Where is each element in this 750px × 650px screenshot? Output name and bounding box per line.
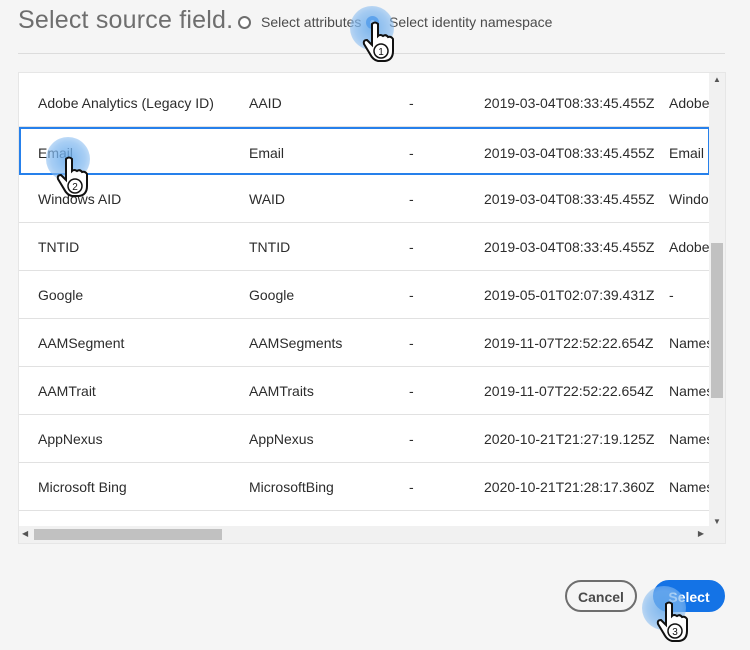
- row-code-cell: AppNexus: [249, 431, 314, 447]
- row-date-cell: 2019-03-04T08:33:45.455Z: [484, 145, 655, 161]
- identity-namespace-table: Adobe Analytics (Legacy ID) AAID - 2019-03-…: [18, 72, 726, 544]
- select-identity-namespace-radio[interactable]: Select identity namespace: [366, 14, 552, 30]
- row-extra-cell: Adobe: [669, 239, 710, 255]
- row-name-cell: AAMSegment: [38, 335, 125, 351]
- row-extra-cell: Names: [669, 335, 710, 351]
- row-extra-cell: Email: [669, 145, 705, 161]
- table-row[interactable]: Adobe Analytics (Legacy ID) AAID - 2019-03-…: [19, 79, 710, 127]
- row-date-cell: 2019-03-04T08:33:45.455Z: [484, 239, 655, 255]
- radio-off-icon: [238, 15, 251, 29]
- row-code-cell: AAID: [249, 95, 282, 111]
- row-extra-cell: -: [669, 287, 674, 303]
- horizontal-scrollbar[interactable]: ◀ ▶: [19, 526, 725, 543]
- row-name-cell: Adobe Analytics (Legacy ID): [38, 95, 214, 111]
- scroll-down-icon[interactable]: ▼: [713, 517, 721, 526]
- cancel-button[interactable]: Cancel: [565, 580, 637, 612]
- select-identity-namespace-label: Select identity namespace: [389, 14, 553, 30]
- row-date-cell: 2020-10-21T21:28:17.360Z: [484, 479, 655, 495]
- radio-on-icon: [366, 15, 379, 29]
- row-name-cell: Email: [38, 145, 74, 161]
- row-empty-cell: -: [409, 383, 414, 399]
- row-empty-cell: -: [409, 239, 414, 255]
- row-code-cell: WAID: [249, 191, 286, 207]
- select-attributes-radio[interactable]: Select attributes: [238, 14, 361, 30]
- vertical-scrollbar[interactable]: ▲ ▼: [709, 73, 725, 528]
- row-name-cell: Microsoft Bing: [38, 479, 127, 495]
- row-date-cell: 2019-11-07T22:52:22.654Z: [484, 335, 654, 351]
- select-button[interactable]: Select: [653, 580, 725, 612]
- table-row[interactable]: Microsoft Bing MicrosoftBing - 2020-10-21T2…: [19, 463, 710, 511]
- row-name-cell: Windows AID: [38, 191, 122, 207]
- row-empty-cell: -: [409, 479, 414, 495]
- dialog-title: Select source field.: [18, 6, 234, 34]
- row-date-cell: 2019-05-01T02:07:39.431Z: [484, 287, 655, 303]
- row-code-cell: AAMTraits: [249, 383, 314, 399]
- row-date-cell: 2019-03-04T08:33:45.455Z: [484, 191, 655, 207]
- row-name-cell: Google: [38, 287, 84, 303]
- row-name-cell: TNTID: [38, 239, 80, 255]
- table-row[interactable]: AAMSegment AAMSegments - 2019-11-07T22:52:2…: [19, 319, 710, 367]
- row-empty-cell: -: [409, 191, 414, 207]
- row-extra-cell: Names: [669, 383, 710, 399]
- header-divider: [18, 53, 725, 54]
- row-extra-cell: Names: [669, 479, 710, 495]
- row-empty-cell: -: [409, 335, 414, 351]
- scroll-left-icon[interactable]: ◀: [22, 529, 28, 538]
- row-date-cell: 2019-03-04T08:33:45.455Z: [484, 95, 655, 111]
- row-empty-cell: -: [409, 287, 414, 303]
- row-name-cell: AAMTrait: [38, 383, 96, 399]
- row-code-cell: AAMSegments: [249, 335, 343, 351]
- row-empty-cell: -: [409, 431, 414, 447]
- row-empty-cell: -: [409, 145, 414, 161]
- row-code-cell: MicrosoftBing: [249, 479, 334, 495]
- scroll-right-icon[interactable]: ▶: [698, 529, 704, 538]
- row-extra-cell: Windo: [669, 191, 709, 207]
- vertical-scroll-thumb[interactable]: [711, 243, 723, 398]
- row-date-cell: 2019-11-07T22:52:22.654Z: [484, 383, 654, 399]
- row-empty-cell: -: [409, 95, 414, 111]
- step-3-label: 3: [672, 627, 678, 638]
- table-row[interactable]: TNTID TNTID - 2019-03-04T08:33:45.455Z Adobe: [19, 223, 710, 271]
- row-code-cell: TNTID: [249, 239, 291, 255]
- table-row[interactable]: Email Email - 2019-03-04T08:33:45.455Z Email: [19, 127, 710, 175]
- table-row[interactable]: Google Google -2019-05-01T02:07:39.431Z -: [19, 271, 710, 319]
- row-extra-cell: Adobe: [669, 95, 710, 111]
- row-date-cell: 2020-10-21T21:27:19.125Z: [484, 431, 655, 447]
- row-name-cell: AppNexus: [38, 431, 103, 447]
- select-attributes-label: Select attributes: [261, 14, 362, 30]
- row-code-cell: Google: [249, 287, 295, 303]
- table-row[interactable]: AppNexus AppNexus - 2020-10-21T21:27:19.125…: [19, 415, 710, 463]
- scroll-up-icon[interactable]: ▲: [713, 75, 721, 84]
- table-row[interactable]: AAMTrait AAMTraits - 2019-11-07T22:52:22.65…: [19, 367, 710, 415]
- row-extra-cell: Names: [669, 431, 710, 447]
- horizontal-scroll-thumb[interactable]: [34, 529, 222, 540]
- row-code-cell: Email: [249, 145, 285, 161]
- table-row[interactable]: Windows AID WAID - 2019-03-04T08:33:45.455Z…: [19, 175, 710, 223]
